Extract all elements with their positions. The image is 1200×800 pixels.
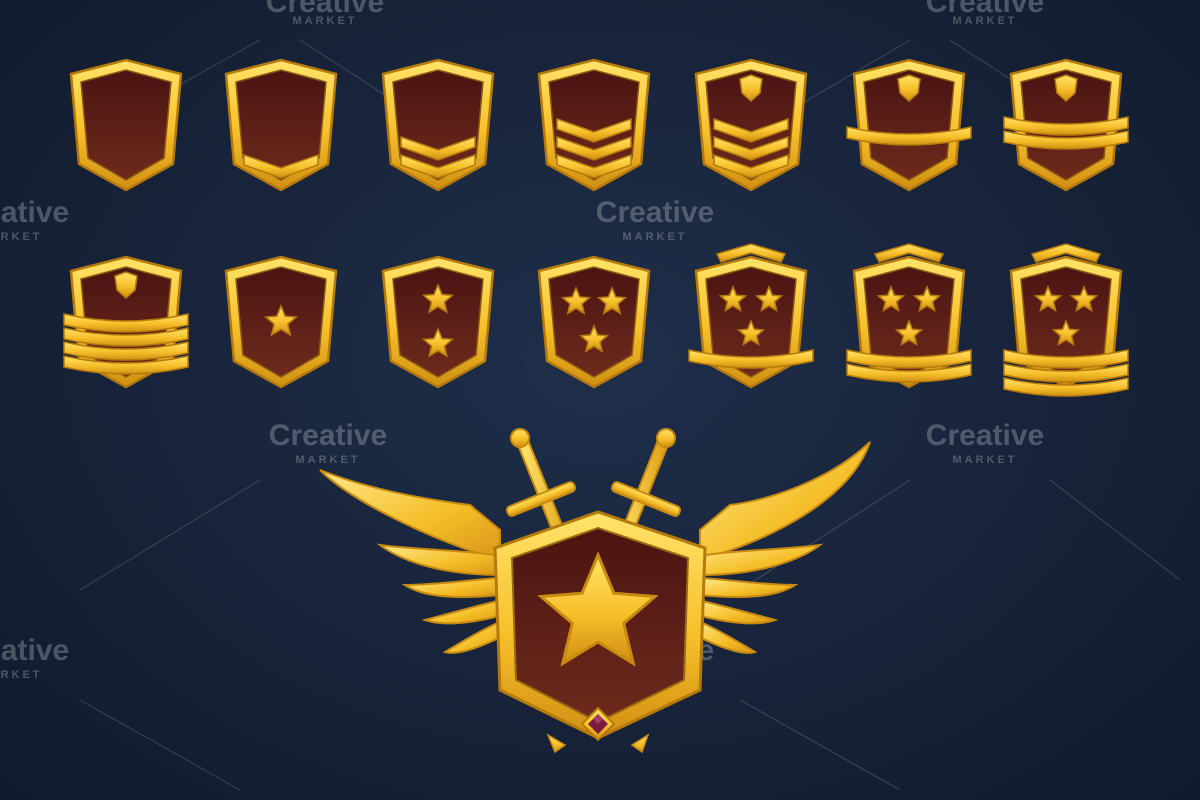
- badge-rank-5: [694, 58, 808, 192]
- badge-rank-2: [224, 58, 338, 192]
- watermark-logo: Creative MARKET: [926, 0, 1044, 27]
- badge-rank-12: [688, 243, 814, 389]
- watermark-logo: Creative MARKET: [269, 419, 387, 466]
- watermark-sub-text: MARKET: [0, 669, 43, 681]
- watermark-brand-text: Creative: [269, 419, 387, 452]
- watermark-brand-text: Creative: [926, 419, 1044, 452]
- ribbon-tip-right: [630, 733, 650, 754]
- winged-star-emblem: [319, 428, 871, 754]
- watermark-sub-text: MARKET: [0, 231, 43, 243]
- badge-rank-8: [63, 255, 189, 389]
- badge-rank-11: [537, 255, 651, 389]
- badge-rank-14: [1003, 243, 1129, 397]
- wing-right: [693, 441, 871, 654]
- badge-rank-7: [1003, 58, 1129, 192]
- watermark-sub-text: MARKET: [292, 15, 357, 27]
- watermark-sub-text: MARKET: [952, 454, 1017, 466]
- badge-rank-10: [381, 255, 495, 389]
- watermark-sub-text: MARKET: [952, 15, 1017, 27]
- wing-left: [319, 469, 507, 654]
- watermark-logo: Creative MARKET: [0, 196, 69, 243]
- rank-badges-sheet: Creative MARKET Creative MARKET Creative…: [0, 0, 1200, 800]
- badge-rank-9: [224, 255, 338, 389]
- ribbon-tip-left: [546, 733, 567, 754]
- badge-rank-6: [846, 58, 972, 192]
- watermark-logo: Creative MARKET: [0, 634, 69, 681]
- watermark-brand-text: Creative: [596, 196, 714, 229]
- badges-canvas: Creative MARKET Creative MARKET Creative…: [0, 0, 1181, 791]
- badge-rank-13: [846, 243, 972, 389]
- watermark-logo: Creative MARKET: [266, 0, 384, 27]
- badge-rank-3: [381, 58, 495, 192]
- watermark-sub-text: MARKET: [295, 454, 360, 466]
- watermark-sub-text: MARKET: [622, 231, 687, 243]
- watermark-logo: Creative MARKET: [596, 196, 714, 243]
- watermark-logo: Creative MARKET: [926, 419, 1044, 466]
- badge-rank-1: [69, 58, 183, 192]
- watermark-brand-text: Creative: [0, 634, 69, 667]
- badge-rank-4: [537, 58, 651, 192]
- watermark-brand-text: Creative: [0, 196, 69, 229]
